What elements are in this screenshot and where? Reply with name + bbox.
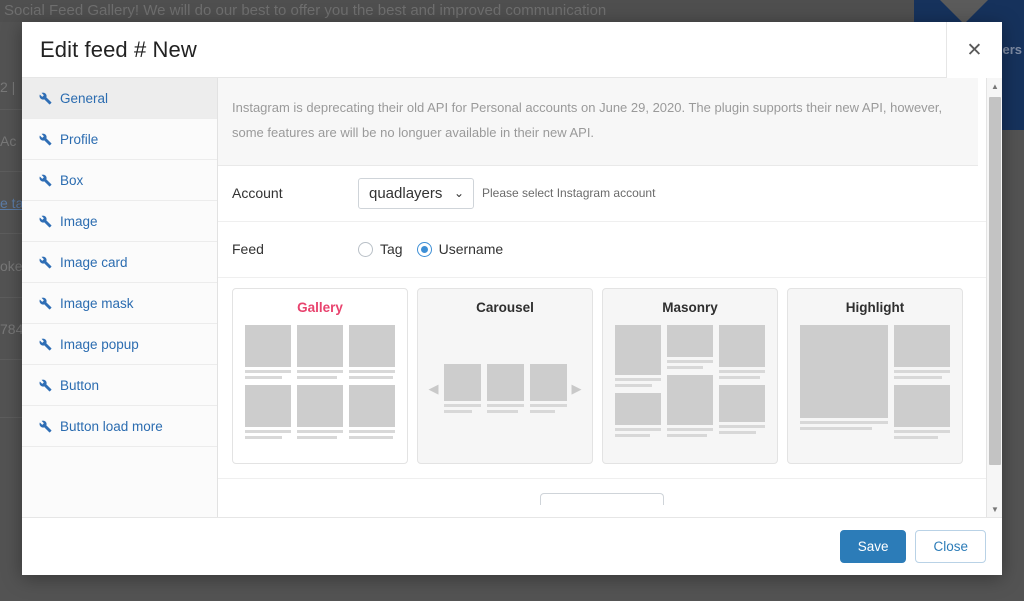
gallery-preview — [245, 324, 395, 453]
modal-title: Edit feed # New — [40, 36, 197, 62]
sidebar-item-label: Image mask — [60, 295, 134, 311]
sidebar-item-label: Box — [60, 172, 84, 188]
edit-feed-modal: Edit feed # New ✕ General Profile Box Im… — [22, 22, 1002, 575]
gallery-cell — [297, 324, 343, 379]
sidebar-item-image-popup[interactable]: Image popup — [22, 324, 217, 365]
masonry-col — [719, 324, 765, 434]
highlight-grid — [800, 324, 950, 439]
masonry-grid — [615, 324, 765, 437]
feed-radio-tag[interactable]: Tag — [358, 241, 413, 257]
sidebar-item-profile[interactable]: Profile — [22, 119, 217, 160]
gallery-grid — [245, 324, 395, 439]
layout-card-masonry[interactable]: Masonry — [602, 287, 778, 464]
layout-card-title: Carousel — [476, 299, 534, 315]
save-button[interactable]: Save — [839, 530, 907, 563]
account-help-text: Please select Instagram account — [482, 186, 656, 201]
wrench-icon — [36, 92, 54, 105]
modal-footer: Save Close — [22, 517, 1002, 575]
close-button[interactable]: Close — [915, 530, 986, 563]
close-icon[interactable]: ✕ — [946, 22, 1002, 78]
radio-unchecked-icon — [358, 241, 373, 257]
highlight-preview — [800, 324, 950, 453]
carousel-prev-arrow-icon: ◀ — [428, 380, 439, 396]
settings-content-panel: Instagram is deprecating their old API f… — [218, 78, 986, 517]
sidebar-item-image[interactable]: Image — [22, 201, 217, 242]
carousel-cell — [486, 364, 524, 414]
sidebar-item-button[interactable]: Button — [22, 365, 217, 406]
background-navy-label: ers — [1002, 42, 1022, 57]
masonry-col — [667, 324, 713, 437]
masonry-col — [615, 324, 661, 437]
sidebar-item-image-mask[interactable]: Image mask — [22, 283, 217, 324]
wrench-icon — [36, 133, 54, 146]
scroll-up-arrow-icon[interactable]: ▲ — [987, 78, 1002, 94]
caret-down-icon — [940, 0, 988, 24]
content-scrollbar[interactable]: ▲ ▼ — [986, 78, 1002, 517]
radio-checked-icon — [416, 241, 432, 257]
background-banner-text: Social Feed Gallery! We will do our best… — [0, 0, 1024, 22]
feed-radio-group: Tag Username — [358, 241, 517, 257]
wrench-icon — [36, 256, 54, 269]
wrench-icon — [36, 215, 54, 228]
modal-body: General Profile Box Image Image card Ima… — [22, 78, 1002, 517]
gallery-cell — [297, 384, 343, 439]
carousel-next-arrow-icon: ▶ — [571, 380, 582, 396]
wrench-icon — [36, 297, 54, 310]
sidebar-item-label: Image card — [60, 254, 128, 270]
background-admin-navy-bar — [914, 0, 1024, 24]
gallery-cell — [245, 384, 291, 439]
carousel-items — [443, 364, 567, 414]
layout-card-title: Gallery — [297, 299, 343, 315]
gallery-cell — [245, 324, 291, 379]
feed-radio-username[interactable]: Username — [416, 241, 514, 258]
api-deprecation-notice: Instagram is deprecating their old API f… — [218, 78, 978, 166]
wrench-icon — [36, 420, 54, 433]
layout-card-title: Highlight — [845, 299, 905, 315]
sidebar-item-label: Profile — [60, 131, 99, 147]
layout-card-title: Masonry — [662, 299, 718, 315]
highlight-main — [800, 324, 888, 439]
gallery-cell — [349, 324, 395, 379]
sidebar-item-label: Button — [60, 377, 100, 393]
feed-radio-username-label: Username — [438, 241, 504, 258]
partial-text-input[interactable] — [540, 492, 664, 505]
sidebar-item-label: Button load more — [60, 418, 163, 434]
sidebar-item-label: General — [60, 90, 109, 106]
scroll-down-arrow-icon[interactable]: ▼ — [987, 501, 1002, 517]
next-field-row — [218, 479, 986, 505]
sidebar-item-general[interactable]: General — [22, 78, 217, 119]
wrench-icon — [36, 379, 54, 392]
wrench-icon — [36, 174, 54, 187]
sidebar-item-button-load-more[interactable]: Button load more — [22, 406, 217, 447]
carousel-cell — [443, 364, 481, 414]
carousel-preview: ◀ ▶ — [428, 325, 582, 453]
sidebar-item-box[interactable]: Box — [22, 160, 217, 201]
modal-header: Edit feed # New ✕ — [22, 22, 1002, 78]
sidebar-item-label: Image — [60, 213, 98, 229]
masonry-preview — [615, 324, 765, 453]
feed-label: Feed — [232, 241, 264, 258]
wrench-icon — [36, 338, 54, 351]
carousel-cell — [529, 364, 567, 414]
layout-card-carousel[interactable]: Carousel ◀ ▶ — [417, 287, 593, 464]
sidebar-item-image-card[interactable]: Image card — [22, 242, 217, 283]
sidebar-item-label: Image popup — [60, 336, 139, 352]
layout-options: Gallery Carousel ◀ ▶ Masonry Highlight — [218, 278, 986, 479]
feed-radio-tag-label: Tag — [380, 241, 403, 258]
layout-card-highlight[interactable]: Highlight — [787, 287, 963, 464]
account-label: Account — [232, 185, 283, 202]
settings-sidebar: General Profile Box Image Image card Ima… — [22, 78, 218, 517]
account-row: Account quadlayers ⌄ Please select Insta… — [218, 166, 986, 222]
account-select-wrapper: quadlayers ⌄ — [358, 177, 474, 209]
feed-row: Feed Tag Username — [218, 222, 986, 278]
highlight-side — [893, 324, 950, 439]
gallery-cell — [349, 384, 395, 439]
account-select[interactable]: quadlayers — [358, 177, 474, 209]
scrollbar-thumb[interactable] — [989, 97, 1001, 465]
layout-card-gallery[interactable]: Gallery — [232, 287, 408, 464]
